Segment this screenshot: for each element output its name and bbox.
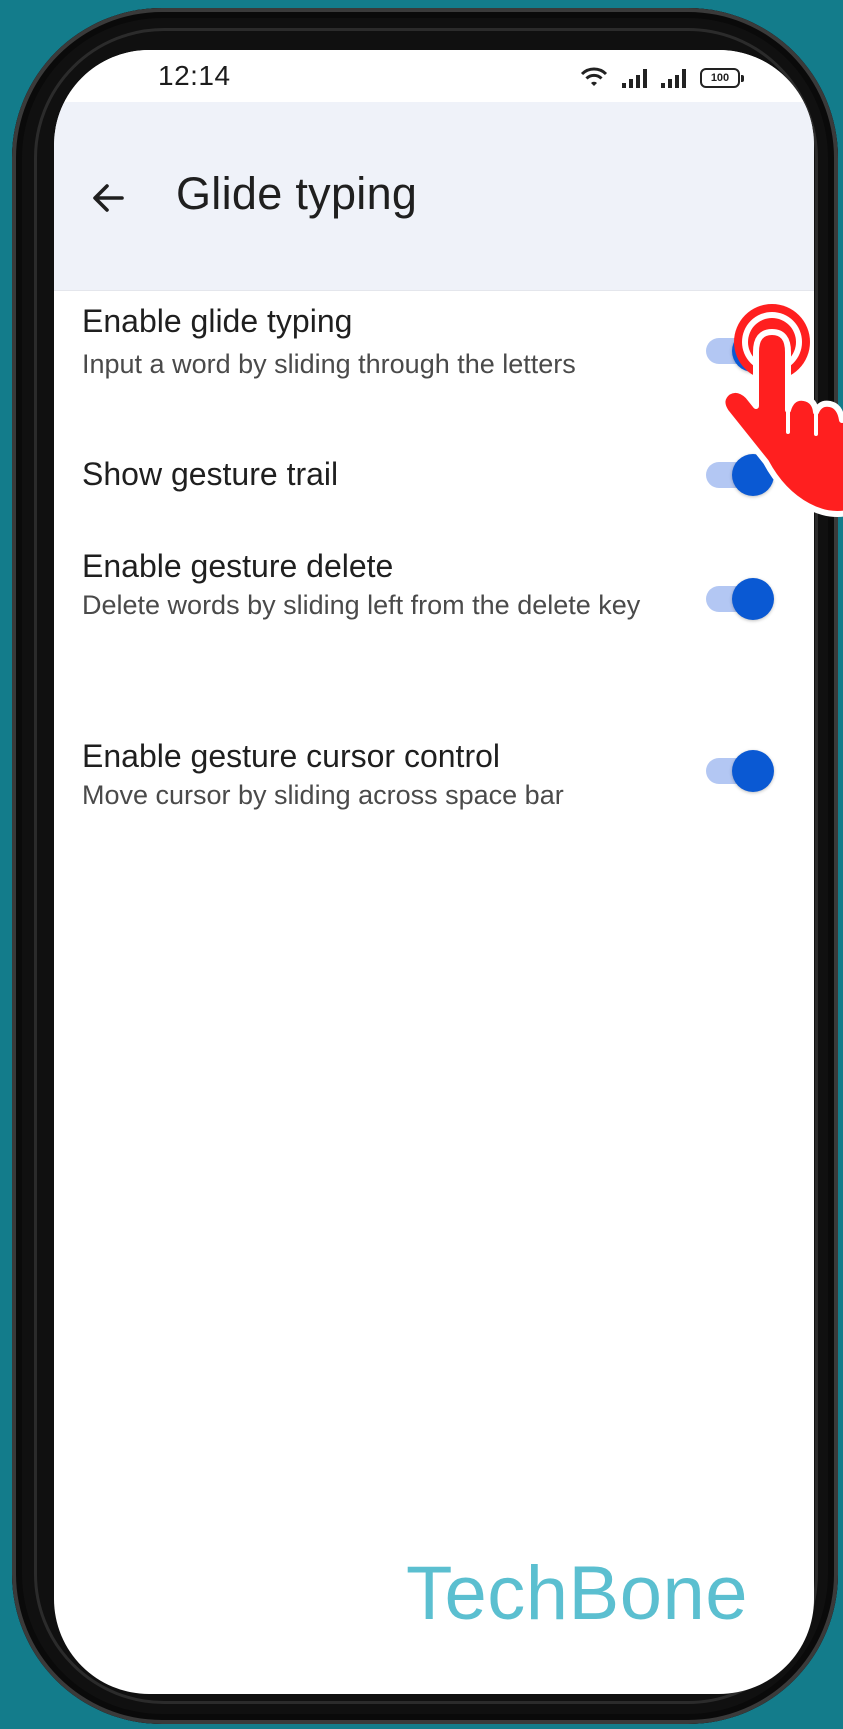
status-time: 12:14 [158,60,231,91]
toggle-thumb [732,750,774,792]
setting-title: Enable gesture cursor control [82,738,500,774]
setting-summary: Delete words by sliding left from the de… [82,590,641,620]
setting-enable-glide-typing[interactable]: Enable glide typing Input a word by slid… [54,291,814,421]
signal-icon [661,68,686,88]
setting-title: Enable glide typing [82,303,353,339]
setting-summary: Input a word by sliding through the lett… [82,349,576,379]
arrow-left-icon [93,184,124,212]
wifi-icon [580,67,608,86]
pointing-hand-icon [719,304,843,517]
setting-title: Enable gesture delete [82,548,394,584]
battery-icon: 100 [700,68,744,88]
toggle-switch[interactable] [706,750,774,792]
toggle-switch[interactable] [706,578,774,620]
app-bar: Glide typing [54,102,814,291]
signal-icon [622,68,647,88]
setting-title: Show gesture trail [82,456,339,492]
toggle-thumb [732,578,774,620]
phone-screen: 12:14 100 Glide typing Enable glide typi… [54,50,814,1694]
setting-show-gesture-trail[interactable]: Show gesture trail [54,421,814,531]
setting-summary: Move cursor by sliding across space bar [82,780,564,810]
status-icons: 100 [580,62,744,88]
back-button[interactable] [84,174,132,222]
techbone-watermark: TechBone [406,1551,749,1636]
setting-enable-gesture-delete[interactable]: Enable gesture delete Delete words by sl… [54,536,814,701]
page-title: Glide typing [176,168,418,219]
status-bar: 12:14 100 [54,50,814,102]
setting-enable-gesture-cursor-control[interactable]: Enable gesture cursor control Move curso… [54,728,814,858]
